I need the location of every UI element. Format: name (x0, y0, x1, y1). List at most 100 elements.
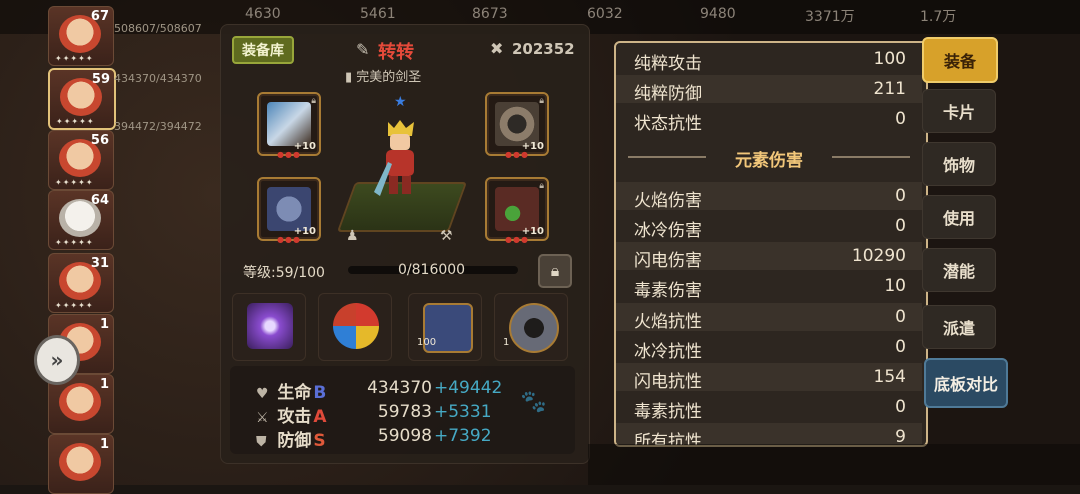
attribute-row: 毒素伤害 10 (616, 272, 922, 301)
hero-card[interactable]: 64 ✦✦✦✦✦ (48, 190, 114, 250)
lock-icon: 🔒︎ (311, 96, 316, 106)
tab-equipment[interactable]: 装备 (922, 37, 998, 83)
stat-bonus: +7392 (434, 426, 492, 446)
necklace-icon (495, 187, 539, 231)
paw-icon[interactable]: 🐾︎ (518, 388, 556, 426)
double-chevron-right-icon: » (50, 348, 64, 372)
hero-level: 56 (90, 133, 109, 148)
attribute-value: 0 (895, 307, 906, 327)
resource-value: 4630 (245, 6, 281, 22)
tab-potential[interactable]: 潜能 (922, 248, 996, 292)
hero-hp-text: 434370/434370 (114, 72, 202, 85)
hero-name: 转转 (378, 42, 414, 63)
attribute-value: 0 (895, 216, 906, 236)
attribute-row: 纯粹攻击 100 (616, 45, 922, 74)
attribute-value: 211 (873, 79, 906, 99)
hero-stars: ✦✦✦✦✦ (55, 178, 94, 187)
attribute-row: 火焰伤害 0 (616, 182, 922, 211)
tab-accessories[interactable]: 饰物 (922, 142, 996, 186)
section-title: 元素伤害 (735, 151, 803, 171)
hero-sprite (374, 120, 414, 196)
ring-slot[interactable]: 🔒︎ +10 ●●● (485, 92, 549, 159)
attribute-row: 毒素抗性 0 (616, 393, 922, 422)
divider (832, 156, 910, 158)
hero-level: 67 (90, 9, 109, 24)
bottom-nav-bar (588, 444, 1080, 485)
attribute-row: 状态抗性 0 (616, 105, 922, 134)
stat-value: 59783 (377, 402, 432, 422)
hero-card[interactable]: 31 ✦✦✦✦✦ (48, 253, 114, 313)
attribute-name: 纯粹防御 (634, 84, 702, 104)
vortex-skill-icon (247, 303, 293, 349)
stat-row-attack: ⚔ 攻击 A 59783 +5331 (256, 402, 492, 427)
stat-grade: B (313, 383, 327, 403)
tab-dispatch[interactable]: 派遣 (922, 305, 996, 349)
skill-slot[interactable] (318, 293, 392, 361)
stat-grade: A (313, 407, 327, 427)
attribute-value: 0 (895, 186, 906, 206)
attribute-value: 10290 (851, 246, 906, 266)
attribute-value: 0 (895, 337, 906, 357)
lock-button[interactable]: 🔒︎ (538, 254, 572, 288)
hammer-icon[interactable]: ⚒ (440, 228, 453, 244)
hero-stars: ✦✦✦✦✦ (55, 54, 94, 63)
attribute-name: 火焰伤害 (634, 191, 702, 211)
item-count: 100 (417, 337, 437, 348)
attribute-value: 10 (884, 276, 906, 296)
stat-label: 防御 (277, 431, 312, 451)
tab-cards[interactable]: 卡片 (922, 89, 996, 133)
stat-value: 59098 (377, 426, 432, 446)
attribute-value: 0 (895, 109, 906, 129)
stat-row-hp: ♥ 生命 B 434370 +49442 (256, 378, 502, 403)
exp-text: 0/816000 (398, 262, 466, 278)
weapon-slot[interactable]: 🔒︎ +10 ●●● (257, 92, 321, 159)
expand-arrow-button[interactable]: » (34, 335, 80, 385)
socket-dots: ●●● (277, 150, 301, 159)
attribute-name: 毒素伤害 (634, 281, 702, 301)
lock-icon: 🔒︎ (550, 261, 560, 280)
necklace-slot[interactable]: 🔒︎ +10 ●●● (485, 177, 549, 244)
socket-dots: ●●● (505, 150, 529, 159)
heart-icon: ♥ (256, 386, 269, 402)
level-text: 等级:59/100 (243, 265, 325, 281)
sword-icon (267, 102, 311, 146)
compare-button[interactable]: 底板对比 (924, 358, 1008, 408)
hero-card[interactable]: 67 ✦✦✦✦✦ (48, 6, 114, 66)
hero-avatar (59, 443, 101, 481)
hero-card[interactable]: 1 (48, 434, 114, 494)
hero-hp-text: 394472/394472 (114, 120, 202, 133)
hero-level: 64 (90, 193, 109, 208)
tab-use[interactable]: 使用 (922, 195, 996, 239)
stat-grade: S (313, 431, 326, 451)
attribute-row: 闪电抗性 154 (616, 363, 922, 392)
equipment-library-button[interactable]: 装备库 (232, 36, 294, 64)
attribute-row: 闪电伤害 10290 (616, 242, 922, 271)
attribute-name: 冰冷抗性 (634, 342, 702, 362)
stat-bonus: +5331 (434, 402, 492, 422)
hero-title-text: 完美的剑圣 (356, 70, 422, 85)
hero-card[interactable]: 56 ✦✦✦✦✦ (48, 130, 114, 190)
item-slot[interactable]: 1 (494, 293, 568, 361)
hero-stars: ✦✦✦✦✦ (55, 301, 94, 310)
hero-card-selected[interactable]: 59 ✦✦✦✦✦ (48, 68, 116, 130)
attribute-name: 纯粹攻击 (634, 54, 702, 74)
pencil-icon[interactable]: ✎ (356, 40, 369, 59)
attribute-panel[interactable]: 纯粹攻击 100 纯粹防御 211 状态抗性 0 元素伤害 火焰伤害 0 冰冷伤… (614, 41, 928, 447)
crossed-swords-icon: ✖ (490, 39, 504, 58)
hero-stars: ✦✦✦✦✦ (56, 117, 95, 126)
attribute-name: 闪电伤害 (634, 251, 702, 271)
skill-slot[interactable] (232, 293, 306, 361)
hero-level: 1 (99, 377, 109, 392)
lock-icon: 🔒︎ (539, 181, 544, 191)
hero-list[interactable]: 67 ✦✦✦✦✦ 59 ✦✦✦✦✦ 56 ✦✦✦✦✦ 64 ✦✦✦✦✦ 31 ✦… (48, 0, 116, 494)
armor-slot[interactable]: +10 ●●● (257, 177, 321, 244)
item-slot[interactable]: 100 (408, 293, 482, 361)
figure-icon[interactable]: ♟ (346, 228, 359, 244)
resource-value: 3371万 (805, 9, 855, 25)
resource-value: 6032 (587, 6, 623, 22)
lock-icon: 🔒︎ (539, 96, 544, 106)
hero-level: 59 (91, 72, 110, 87)
stat-label: 生命 (277, 383, 312, 403)
resource-value: 1.7万 (920, 9, 957, 25)
resource-value: 9480 (700, 6, 736, 22)
